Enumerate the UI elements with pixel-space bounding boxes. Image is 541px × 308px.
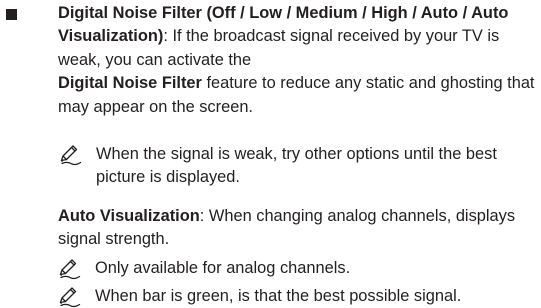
noise-filter-description: Digital Noise Filter (Off / Low / Medium… [58,2,538,119]
noise-filter-paragraph: Digital Noise Filter (Off / Low / Medium… [58,2,538,72]
auto-visualization-paragraph: Auto Visualization: When changing analog… [58,205,538,252]
note-analog-only: Only available for analog channels. [58,257,538,280]
square-bullet-icon [6,9,17,20]
note-weak-signal: When the signal is weak, try other optio… [59,143,539,190]
auto-visualization-label: Auto Visualization [58,207,200,225]
pencil-note-icon [59,259,81,280]
note-green-bar-text: When bar is green, is that the best poss… [95,287,462,305]
note-analog-only-text: Only available for analog channels. [95,259,351,277]
noise-filter-feature-paragraph: Digital Noise Filter feature to reduce a… [58,72,538,119]
note-weak-signal-text: When the signal is weak, try other optio… [96,145,497,187]
noise-filter-feature-name: Digital Noise Filter [58,74,202,93]
note-green-bar: When bar is green, is that the best poss… [58,285,538,308]
pencil-note-icon [60,145,82,166]
pencil-note-icon [59,287,81,308]
